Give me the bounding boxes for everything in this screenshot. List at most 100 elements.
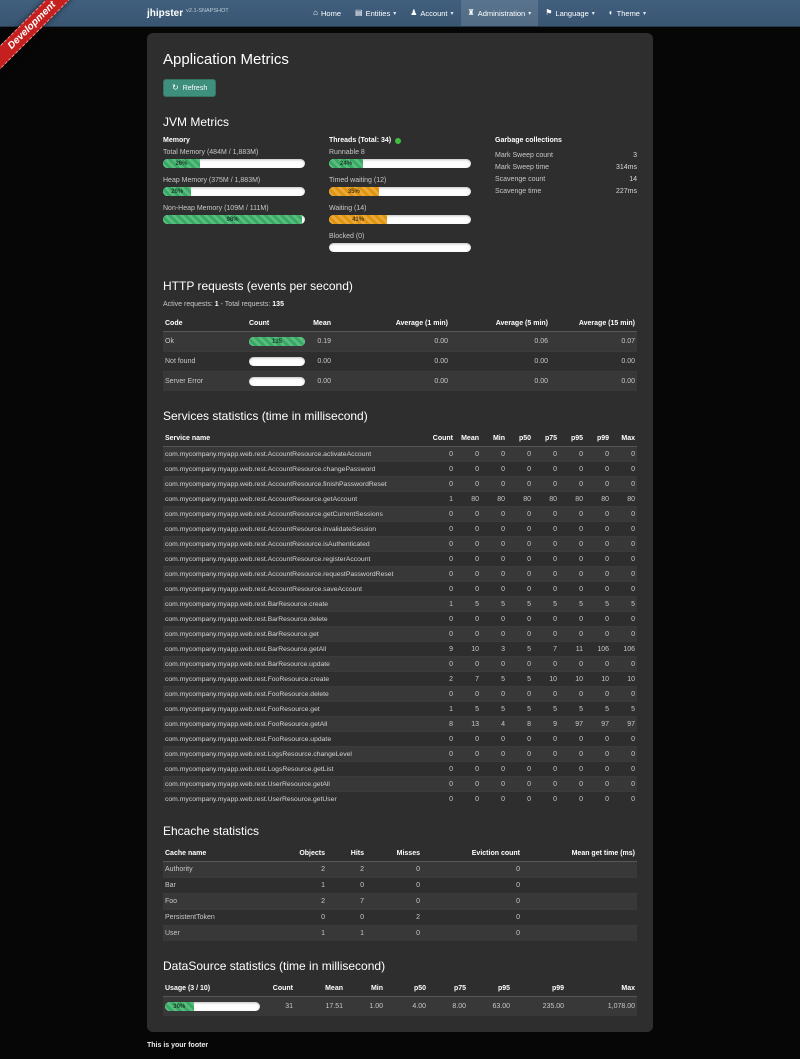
service-value: 5 <box>533 597 559 612</box>
service-value: 0 <box>611 792 637 807</box>
service-value: 0 <box>507 537 533 552</box>
service-name: com.mycompany.myapp.web.rest.AccountReso… <box>163 462 429 477</box>
cache-row: Foo2700 <box>163 894 637 910</box>
gc-row: Mark Sweep count3 <box>495 149 637 161</box>
service-value: 0 <box>507 732 533 747</box>
service-name: com.mycompany.myapp.web.rest.AccountReso… <box>163 477 429 492</box>
column-header: Min <box>345 981 385 997</box>
progress-bar <box>329 243 471 252</box>
service-value: 80 <box>455 492 481 507</box>
service-value: 5 <box>533 702 559 717</box>
progress-value: 98% <box>227 217 239 223</box>
service-value: 0 <box>429 537 455 552</box>
service-value: 97 <box>559 717 585 732</box>
jvm-heading: JVM Metrics <box>163 115 637 129</box>
cache-value: 0 <box>366 926 422 942</box>
column-header: Max <box>611 431 637 447</box>
service-row: com.mycompany.myapp.web.rest.BarResource… <box>163 642 637 657</box>
nav-item-language[interactable]: ⚑Language▾ <box>538 0 602 26</box>
cache-row: Authority2200 <box>163 862 637 878</box>
service-value: 0 <box>585 582 611 597</box>
service-value: 0 <box>585 462 611 477</box>
service-value: 5 <box>481 597 507 612</box>
cache-value: 2 <box>283 862 327 878</box>
service-value: 0 <box>611 777 637 792</box>
http-requests-table: CodeCountMeanAverage (1 min)Average (5 m… <box>163 316 637 391</box>
gc-label: Mark Sweep time <box>495 164 549 171</box>
service-row: com.mycompany.myapp.web.rest.AccountReso… <box>163 492 637 507</box>
threads-column: Threads (Total: 34) Runnable 824%Timed w… <box>329 137 471 261</box>
brand[interactable]: jhipster v2.1-SNAPSHOT <box>147 0 229 26</box>
service-value: 0 <box>455 522 481 537</box>
service-value: 0 <box>481 657 507 672</box>
administration-icon: ♜ <box>468 9 475 17</box>
service-value: 0 <box>611 732 637 747</box>
service-value: 0 <box>533 777 559 792</box>
column-header: Average (15 min) <box>550 316 637 332</box>
service-value: 0 <box>533 582 559 597</box>
service-value: 0 <box>585 762 611 777</box>
refresh-icon: ↻ <box>172 84 179 92</box>
service-value: 0 <box>455 777 481 792</box>
refresh-button[interactable]: ↻ Refresh <box>163 79 216 97</box>
service-value: 5 <box>559 597 585 612</box>
service-value: 0 <box>533 792 559 807</box>
service-value: 0 <box>533 552 559 567</box>
active-requests-value: 1 <box>215 301 219 308</box>
ehcache-table-body: Authority2200Bar1000Foo2700PersistentTok… <box>163 862 637 942</box>
service-value: 0 <box>559 792 585 807</box>
service-value: 0 <box>455 762 481 777</box>
service-value: 0 <box>559 657 585 672</box>
service-value: 0 <box>507 447 533 462</box>
service-value: 0 <box>455 582 481 597</box>
service-name: com.mycompany.myapp.web.rest.AccountReso… <box>163 507 429 522</box>
gc-value: 227ms <box>616 188 637 195</box>
service-value: 0 <box>429 732 455 747</box>
nav-item-account[interactable]: ♟Account▾ <box>403 0 460 26</box>
service-value: 0 <box>455 657 481 672</box>
service-value: 0 <box>611 747 637 762</box>
cache-value <box>522 862 637 878</box>
service-row: com.mycompany.myapp.web.rest.FooResource… <box>163 732 637 747</box>
threads-status-icon <box>395 138 401 144</box>
metric-label: Runnable 8 <box>329 149 471 156</box>
service-row: com.mycompany.myapp.web.rest.FooResource… <box>163 672 637 687</box>
service-value: 0 <box>481 582 507 597</box>
cache-value: 1 <box>283 926 327 942</box>
refresh-label: Refresh <box>183 85 208 92</box>
nav-item-entities[interactable]: ▤Entities▾ <box>348 0 403 26</box>
nav-item-administration[interactable]: ♜Administration▾ <box>461 0 539 26</box>
caret-down-icon: ▾ <box>451 10 454 17</box>
http-value: 0.00 <box>305 352 333 372</box>
nav-item-theme[interactable]: ◐Theme▾ <box>602 0 653 26</box>
cache-value: 0 <box>422 926 522 942</box>
service-name: com.mycompany.myapp.web.rest.FooResource… <box>163 717 429 732</box>
service-value: 0 <box>611 447 637 462</box>
column-header: Count <box>429 431 455 447</box>
service-value: 0 <box>507 507 533 522</box>
column-header: p99 <box>585 431 611 447</box>
service-value: 0 <box>481 687 507 702</box>
cache-value: 2 <box>283 894 327 910</box>
service-value: 9 <box>533 717 559 732</box>
service-value: 0 <box>481 762 507 777</box>
column-header: Service name <box>163 431 429 447</box>
nav-item-home[interactable]: ⌂Home <box>306 0 348 26</box>
column-header: p50 <box>507 431 533 447</box>
service-value: 0 <box>481 747 507 762</box>
http-request-row: Not found0.000.000.000.00 <box>163 352 637 372</box>
service-value: 1 <box>429 702 455 717</box>
service-row: com.mycompany.myapp.web.rest.AccountReso… <box>163 552 637 567</box>
service-row: com.mycompany.myapp.web.rest.UserResourc… <box>163 777 637 792</box>
http-table-body: Ok1350.190.000.060.07Not found0.000.000.… <box>163 332 637 392</box>
http-count-cell <box>247 352 305 372</box>
navbar: jhipster v2.1-SNAPSHOT ⌂Home▤Entities▾♟A… <box>0 0 800 27</box>
progress-bar: 20% <box>163 187 305 196</box>
service-name: com.mycompany.myapp.web.rest.AccountReso… <box>163 522 429 537</box>
column-header: Eviction count <box>422 846 522 862</box>
nav-label: Home <box>321 9 341 18</box>
cache-value: 0 <box>366 862 422 878</box>
service-row: com.mycompany.myapp.web.rest.AccountReso… <box>163 522 637 537</box>
footer-text: This is your footer <box>147 1042 208 1049</box>
services-table-header: Service nameCountMeanMinp50p75p95p99Max <box>163 431 637 447</box>
